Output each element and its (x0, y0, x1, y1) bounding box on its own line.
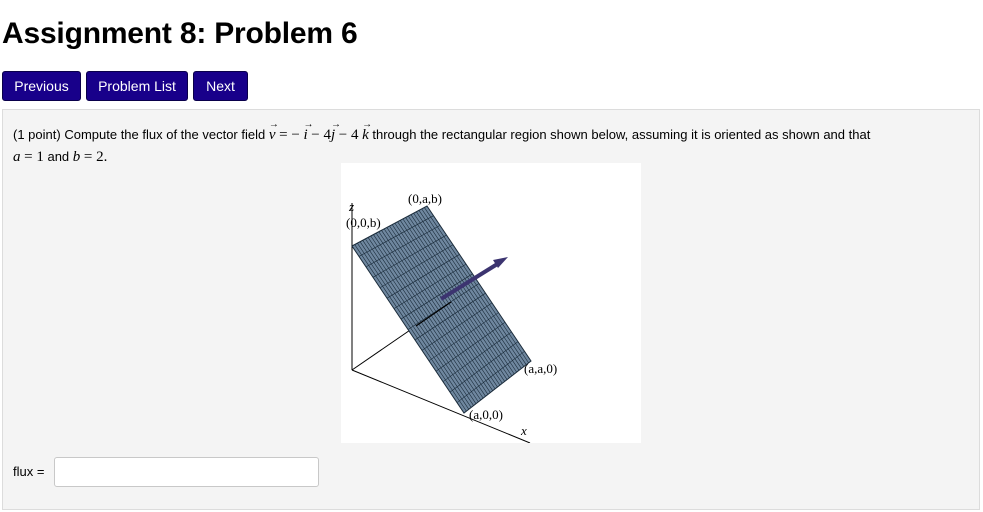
label-0-0-b: (0,0,b) (346, 215, 381, 230)
problem-box: (1 point) Compute the flux of the vector… (2, 109, 980, 510)
vector-field-expression: v = − i − 4j − 4 k (269, 114, 373, 143)
problem-points: (1 point) (13, 127, 61, 142)
field-equals-minus: = − (279, 127, 300, 143)
flux-label: flux = (13, 464, 45, 479)
label-a-a-0: (a,a,0) (524, 361, 557, 376)
previous-button[interactable]: Previous (2, 71, 81, 101)
next-button[interactable]: Next (193, 71, 248, 101)
field-minus4-j: − 4 (311, 127, 331, 143)
label-a-0-0: (a,0,0) (469, 407, 503, 422)
x-axis-label: x (520, 423, 527, 438)
label-0-a-b: (0,a,b) (408, 191, 442, 206)
z-axis-label: z (348, 199, 354, 214)
problem-text-after: through the rectangular region shown bel… (372, 127, 871, 142)
problem-list-button[interactable]: Problem List (86, 71, 188, 101)
condition-a-var: a (13, 149, 21, 165)
vector-v: v (269, 114, 276, 146)
flux-input[interactable] (54, 457, 319, 487)
vector-k: k (362, 114, 369, 146)
condition-a-eq: = 1 (24, 149, 44, 165)
page-title: Assignment 8: Problem 6 (2, 17, 358, 50)
problem-statement: (1 point) Compute the flux of the vector… (13, 114, 968, 168)
condition-and: and (47, 149, 70, 164)
vector-i: i (303, 114, 307, 146)
field-minus4-k: − 4 (338, 127, 359, 143)
vector-j: j (331, 114, 335, 146)
condition-b-var: b (72, 149, 81, 165)
condition-b-eq: = 2. (83, 149, 108, 165)
surface-figure: z (0,0,b) (0,a,b) (a,a,0) (a,0,0) x (341, 163, 641, 444)
surface-diagram: z (0,0,b) (0,a,b) (a,a,0) (a,0,0) x (346, 191, 557, 444)
y-axis-line (351, 325, 417, 371)
problem-text-before: Compute the flux of the vector field (64, 127, 266, 142)
